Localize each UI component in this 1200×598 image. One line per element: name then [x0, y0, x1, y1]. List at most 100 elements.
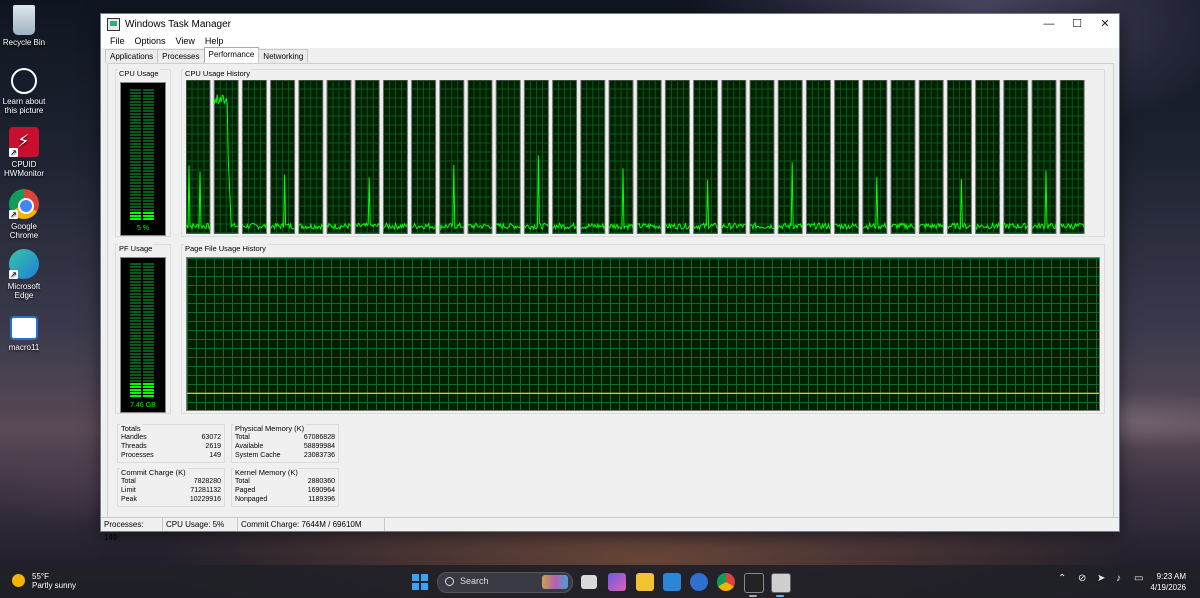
terminal-icon[interactable] [744, 573, 764, 593]
status-commit-charge: Commit Charge: 7644M / 69610M [238, 518, 385, 531]
document-icon [10, 316, 38, 340]
stat-key: Total [235, 434, 250, 441]
copilot-icon[interactable] [608, 573, 626, 591]
search-highlight-icon [542, 575, 568, 589]
meter-segment [143, 383, 154, 385]
meter-segment [130, 371, 141, 373]
meter-segment [143, 101, 154, 103]
minimize-button[interactable]: — [1035, 14, 1063, 34]
meter-segment [143, 158, 154, 160]
desktop-icon-recycle-bin[interactable]: Recycle Bin [0, 5, 48, 47]
task-manager-taskbar-icon[interactable] [771, 573, 791, 593]
stat-value: 67086828 [303, 434, 335, 441]
meter-segment [130, 95, 141, 97]
file-explorer-icon[interactable] [636, 573, 654, 591]
meter-segment [143, 89, 154, 91]
meter-segment [143, 149, 154, 151]
meter-segment [143, 215, 154, 217]
meter-segment [143, 308, 154, 310]
meter-segment [143, 296, 154, 298]
meter-segment [143, 287, 154, 289]
desktop-icon-macro11[interactable]: macro11 [0, 316, 48, 352]
meter-segment [143, 377, 154, 379]
meter-segment [143, 380, 154, 382]
cpu-core-graph [777, 80, 803, 234]
meter-segment [130, 314, 141, 316]
desktop-icon-edge[interactable]: ↗ Microsoft Edge [0, 249, 48, 300]
meter-segment [130, 122, 141, 124]
meter-segment [143, 344, 154, 346]
stat-key: Limit [121, 487, 136, 494]
meter-segment [143, 320, 154, 322]
stat-row: Available 58899984 [235, 443, 335, 452]
meter-segment [130, 386, 141, 388]
tab-applications[interactable]: Applications [105, 49, 159, 63]
volume-icon[interactable]: ♪ [1116, 573, 1121, 584]
meter-segment [130, 377, 141, 379]
close-button[interactable]: ✕ [1091, 14, 1119, 34]
cpu-core-graph [270, 80, 296, 234]
meter-segment [130, 197, 141, 199]
meter-segment [130, 101, 141, 103]
chrome-taskbar-icon[interactable] [717, 573, 735, 591]
menu-options[interactable]: Options [130, 36, 171, 46]
menu-file[interactable]: File [105, 36, 130, 46]
network-off-icon[interactable]: ⊘ [1078, 573, 1086, 584]
meter-segment [130, 302, 141, 304]
commit-charge-title: Commit Charge (K) [120, 468, 187, 477]
tab-processes[interactable]: Processes [157, 49, 205, 63]
meter-segment [143, 146, 154, 148]
start-button[interactable] [412, 574, 428, 590]
meter-segment [130, 293, 141, 295]
network-icon[interactable]: ▭ [1134, 573, 1143, 584]
desktop-icon-chrome[interactable]: ↗ Google Chrome [0, 189, 48, 240]
menu-help[interactable]: Help [200, 36, 229, 46]
tab-performance[interactable]: Performance [203, 47, 260, 63]
microsoft-store-icon[interactable] [663, 573, 681, 591]
meter-segment [143, 269, 154, 271]
meter-segment [130, 344, 141, 346]
meter-segment [143, 329, 154, 331]
meter-segment [143, 350, 154, 352]
cpu-core-graph [862, 80, 888, 234]
cpu-usage-meter: 5 % [120, 82, 166, 236]
task-view-icon[interactable] [581, 575, 597, 589]
stat-value: 71281132 [190, 487, 221, 494]
meter-segment [143, 185, 154, 187]
desktop-icon-hwmonitor[interactable]: ⚡ ↗ CPUID HWMonitor [0, 127, 48, 178]
meter-segment [143, 116, 154, 118]
desktop-icon-learn-about-picture[interactable]: Learn about this picture [0, 68, 48, 115]
cpu-core-graph [439, 80, 465, 234]
taskbar-search[interactable]: Search [437, 572, 573, 593]
cpu-core-graph [298, 80, 324, 234]
commit-charge-group: Commit Charge (K) Total 7828280 Limit 7128… [117, 468, 225, 507]
meter-segment [143, 272, 154, 274]
cpu-core-graph [693, 80, 719, 234]
cpu-core-graph [608, 80, 634, 234]
menu-view[interactable]: View [171, 36, 200, 46]
location-icon[interactable]: ➤ [1097, 573, 1105, 584]
meter-segment [130, 338, 141, 340]
maximize-button[interactable]: ☐ [1063, 14, 1091, 34]
chevron-up-icon[interactable]: ⌃ [1058, 573, 1066, 584]
cpu-core-graph [354, 80, 380, 234]
meter-segment [143, 332, 154, 334]
meter-segment [130, 203, 141, 205]
meter-segment [143, 140, 154, 142]
outlook-icon[interactable] [690, 573, 708, 591]
clock[interactable]: 9:23 AM 4/19/2026 [1150, 571, 1186, 593]
meter-segment [143, 188, 154, 190]
meter-segment [130, 350, 141, 352]
edge-icon: ↗ [9, 249, 39, 279]
meter-segment [143, 359, 154, 361]
stat-row: System Cache 23083736 [235, 452, 335, 461]
meter-segment [143, 275, 154, 277]
shortcut-arrow-icon: ↗ [9, 210, 18, 219]
tab-networking[interactable]: Networking [258, 49, 309, 63]
title-bar[interactable]: Windows Task Manager — ☐ ✕ [101, 14, 1119, 34]
stat-key: Nonpaged [235, 496, 268, 503]
cpu-core-graph [495, 80, 521, 234]
meter-segment [130, 392, 141, 394]
meter-segment [143, 347, 154, 349]
meter-segment [143, 323, 154, 325]
